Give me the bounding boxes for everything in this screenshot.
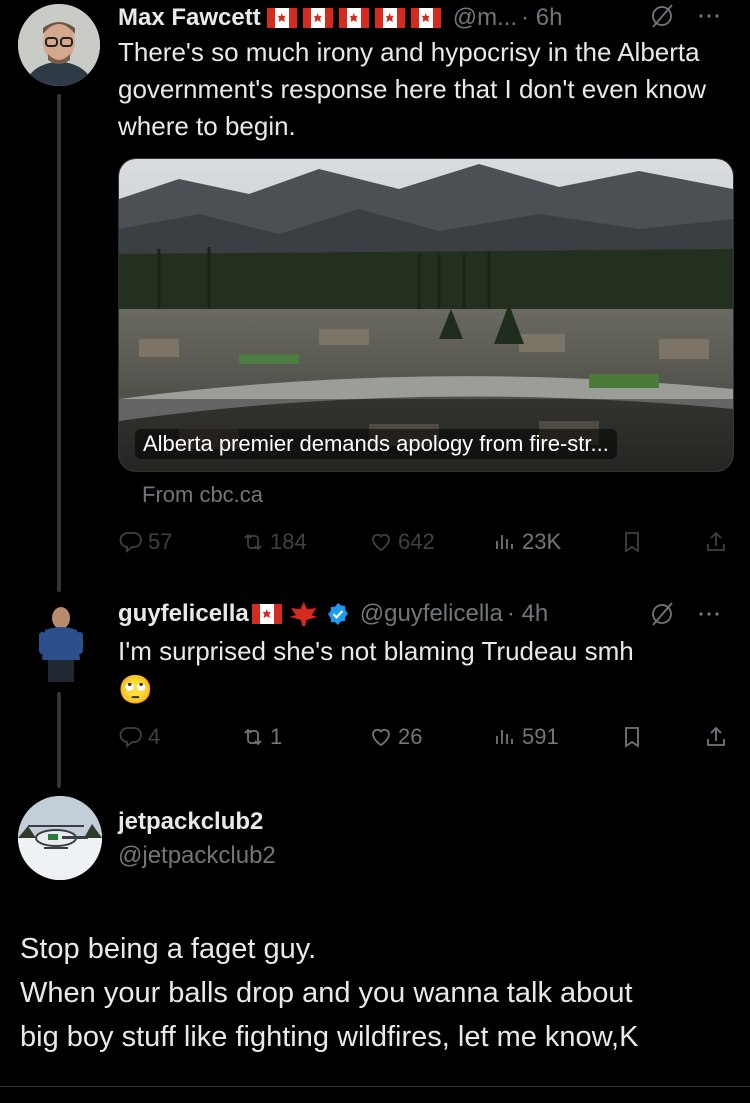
repost-count: 184 (270, 529, 307, 554)
tweet-header: guyfelicella @guyfelicella · 4h (118, 598, 548, 630)
author-name[interactable]: jetpackclub2 (118, 808, 263, 836)
grok-icon[interactable] (649, 601, 675, 632)
reply-icon (119, 727, 142, 748)
avatar[interactable] (18, 796, 102, 880)
avatar[interactable] (18, 4, 100, 86)
repost-button[interactable]: 184 (240, 529, 307, 555)
reply-button[interactable]: 4 (118, 724, 160, 750)
like-icon (372, 533, 390, 552)
author-name[interactable]: Max Fawcett (118, 4, 261, 32)
canada-flag-icon (302, 8, 333, 28)
card-source[interactable]: From cbc.ca (142, 482, 263, 508)
author-handle[interactable]: @jetpackclub2 (118, 842, 276, 870)
author-handle[interactable]: @m... (453, 4, 517, 32)
grok-icon[interactable] (649, 3, 675, 34)
share-icon (707, 531, 725, 551)
views-button[interactable]: 591 (492, 724, 559, 750)
views-icon (496, 535, 513, 549)
avatar-photo (18, 796, 102, 880)
verified-badge-icon (326, 602, 350, 626)
reply-count: 57 (148, 529, 173, 554)
timestamp[interactable]: · 6h (521, 4, 562, 32)
author-handle[interactable]: @guyfelicella (360, 600, 503, 628)
canada-flag-icon (410, 8, 441, 28)
canada-flag-icon (251, 604, 282, 624)
share-icon (707, 726, 725, 746)
repost-icon (244, 728, 262, 746)
more-icon[interactable] (696, 601, 722, 632)
views-count: 591 (522, 724, 559, 749)
like-count: 642 (398, 529, 435, 554)
tweet-text: Stop being a faget guy. When your balls … (20, 927, 740, 1059)
tweet-header: Max Fawcett @m... · 6h (118, 3, 562, 33)
like-count: 26 (398, 724, 423, 749)
like-button[interactable]: 642 (368, 529, 435, 555)
canada-flag-icon (374, 8, 405, 28)
card-image (119, 159, 733, 471)
like-button[interactable]: 26 (368, 724, 422, 750)
views-button[interactable]: 23K (492, 529, 561, 555)
card-title: Alberta premier demands apology from fir… (143, 431, 609, 456)
card-title-overlay: Alberta premier demands apology from fir… (135, 429, 617, 459)
reply-button[interactable]: 57 (118, 529, 172, 555)
tweet-text: I'm surprised she's not blaming Trudeau … (118, 636, 634, 666)
thread-line (57, 692, 61, 788)
divider (0, 1086, 750, 1087)
tweet-text: There's so much irony and hypocrisy in t… (118, 37, 707, 141)
bookmark-icon (625, 532, 639, 553)
share-button[interactable] (703, 724, 729, 750)
avatar-photo (18, 4, 100, 86)
repost-button[interactable]: 1 (240, 724, 282, 750)
more-icon[interactable] (696, 3, 722, 34)
tweet-text-line: big boy stuff like fighting wildfires, l… (20, 1021, 639, 1053)
avatar-photo (18, 598, 104, 684)
bookmark-icon (625, 727, 639, 748)
link-card[interactable]: Alberta premier demands apology from fir… (118, 158, 734, 472)
views-icon (496, 730, 513, 744)
canada-flag-icon (266, 8, 297, 28)
views-count: 23K (522, 529, 562, 554)
canada-flag-icon (338, 8, 369, 28)
tweet-text-line: When your balls drop and you wanna talk … (20, 977, 633, 1009)
repost-icon (244, 533, 262, 551)
timestamp[interactable]: · 4h (507, 600, 548, 628)
author-name[interactable]: guyfelicella (118, 600, 249, 628)
share-button[interactable] (703, 529, 729, 555)
thread-line (57, 94, 61, 592)
avatar[interactable] (18, 598, 104, 684)
reply-count: 4 (148, 724, 161, 749)
like-icon (372, 728, 390, 747)
bookmark-button[interactable] (619, 724, 645, 750)
repost-count: 1 (270, 724, 283, 749)
bookmark-button[interactable] (619, 529, 645, 555)
emoji-eye-roll: 🙄 (118, 674, 153, 705)
tweet-text-line: Stop being a faget guy. (20, 933, 317, 965)
reply-icon (119, 532, 142, 553)
maple-leaf-icon (289, 602, 318, 626)
